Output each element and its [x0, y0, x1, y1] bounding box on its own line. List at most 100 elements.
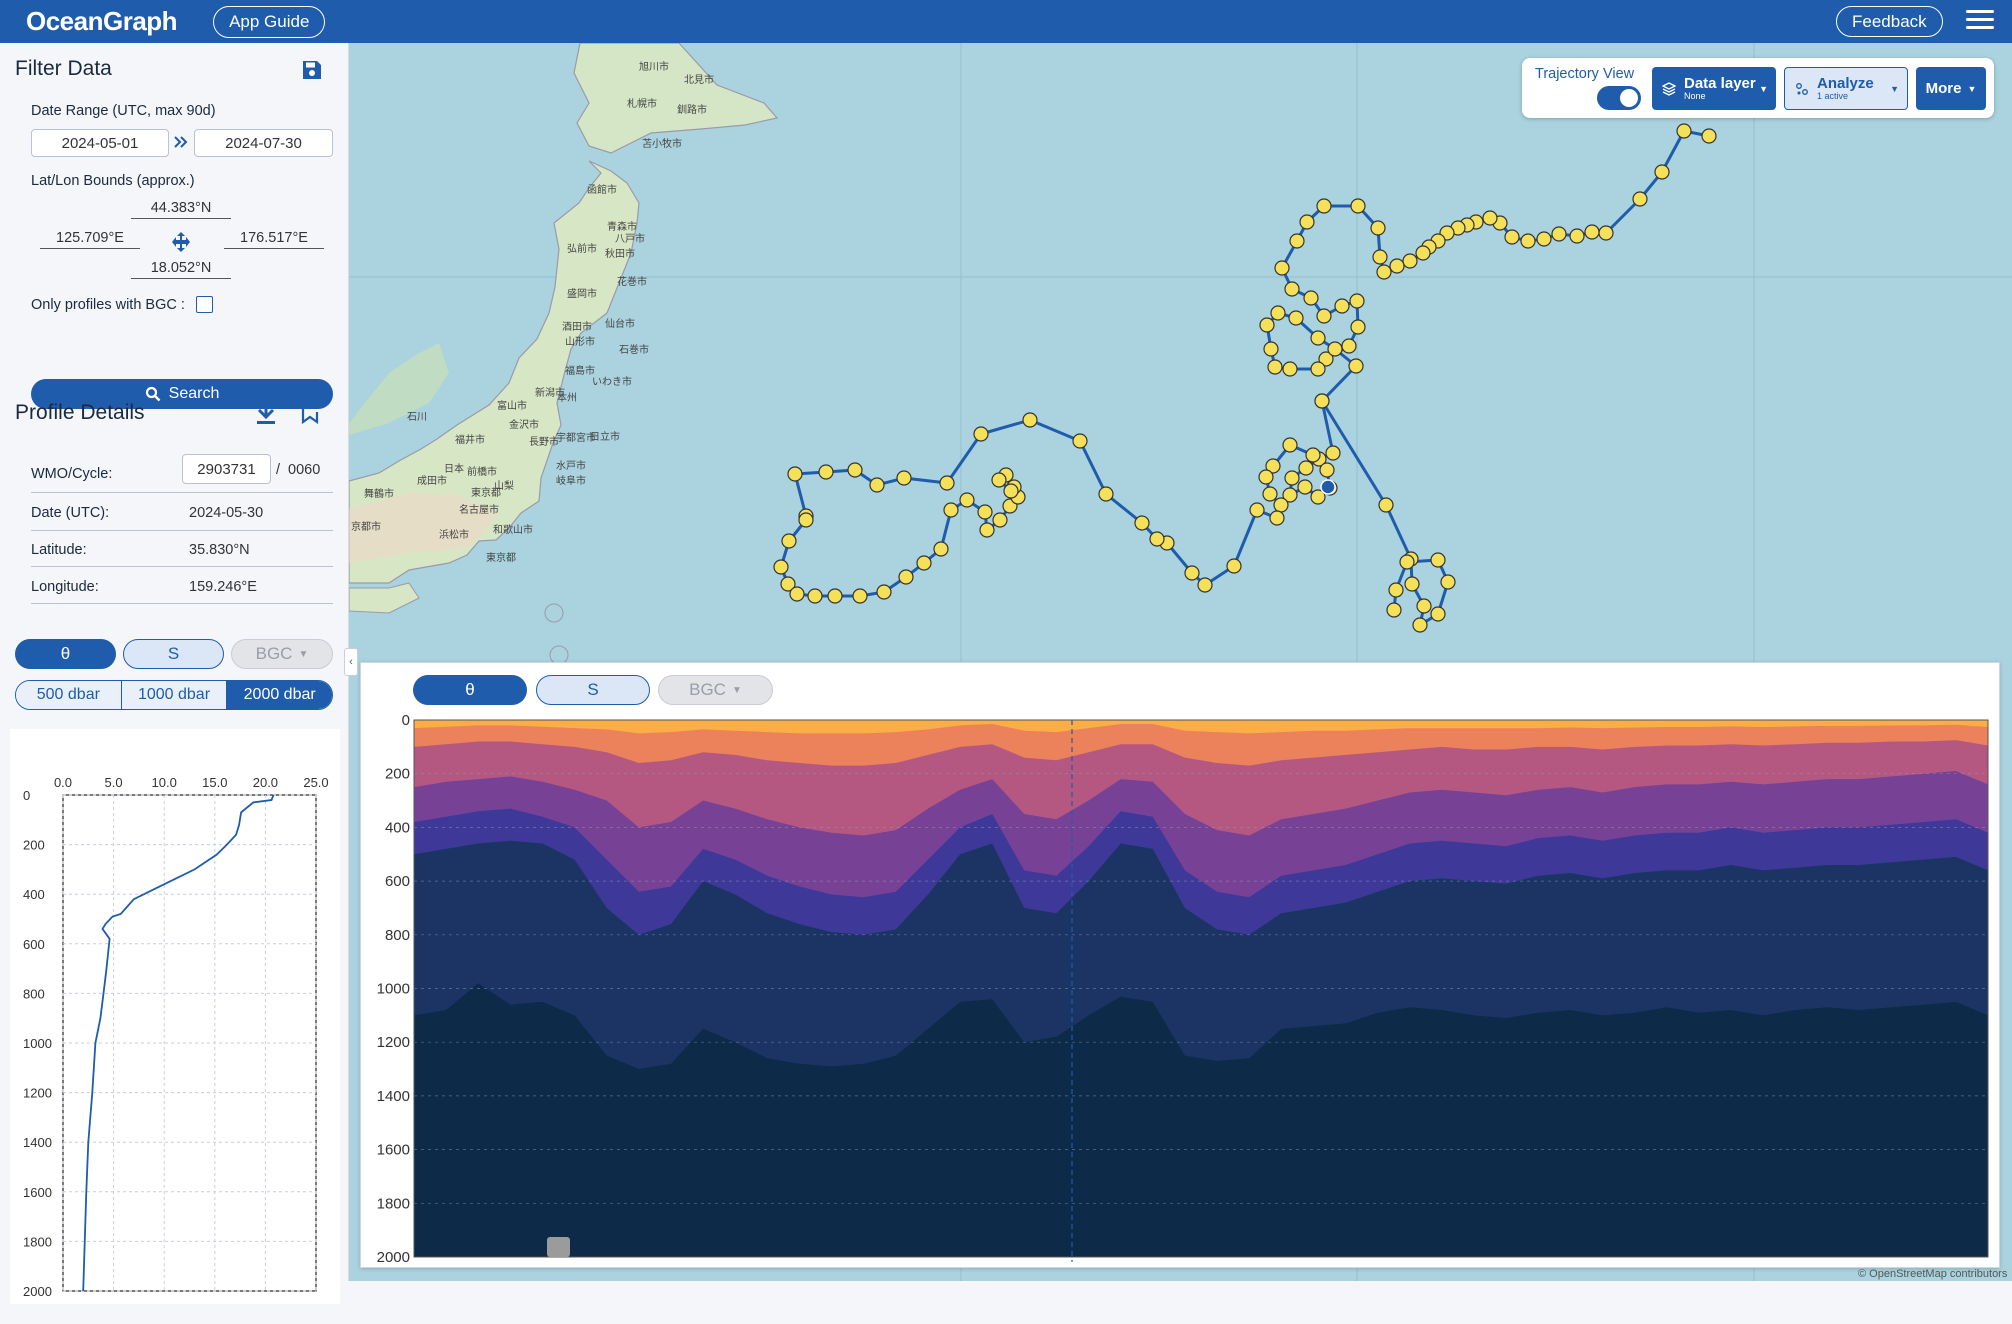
float-position-marker[interactable]	[898, 569, 914, 585]
float-position-marker[interactable]	[1134, 515, 1150, 531]
hamburger-menu-icon[interactable]	[1966, 10, 1994, 32]
float-position-marker[interactable]	[933, 541, 949, 557]
float-position-marker[interactable]	[1267, 359, 1283, 375]
float-position-marker[interactable]	[1388, 582, 1404, 598]
float-position-marker[interactable]	[869, 477, 885, 493]
float-position-marker[interactable]	[977, 504, 993, 520]
float-position-marker[interactable]	[1412, 617, 1428, 633]
float-position-marker[interactable]	[896, 470, 912, 486]
float-position-marker[interactable]	[1584, 224, 1600, 240]
float-position-marker[interactable]	[1632, 191, 1648, 207]
float-position-marker[interactable]	[1378, 497, 1394, 513]
collapse-sidebar-button[interactable]: ‹	[344, 648, 358, 676]
float-position-marker[interactable]	[1282, 361, 1298, 377]
float-position-marker[interactable]	[1289, 233, 1305, 249]
trajectory-view-toggle[interactable]	[1597, 86, 1641, 110]
float-position-marker[interactable]	[787, 466, 803, 482]
float-position-marker[interactable]	[1334, 298, 1350, 314]
float-position-marker[interactable]	[1430, 606, 1446, 622]
float-position-marker[interactable]	[1430, 552, 1446, 568]
float-position-marker[interactable]	[1274, 260, 1290, 276]
float-position-marker[interactable]	[1305, 447, 1321, 463]
float-position-marker[interactable]	[1327, 341, 1343, 357]
float-position-marker[interactable]	[807, 588, 823, 604]
float-position-marker[interactable]	[1654, 164, 1670, 180]
float-position-marker[interactable]	[1341, 338, 1357, 354]
more-button[interactable]: More ▼	[1916, 67, 1986, 110]
float-position-marker[interactable]	[1348, 358, 1364, 374]
float-position-marker[interactable]	[991, 472, 1007, 488]
data-layer-button[interactable]: Data layer None ▼	[1652, 67, 1776, 110]
float-position-marker[interactable]	[1003, 483, 1019, 499]
float-position-marker[interactable]	[1349, 293, 1365, 309]
float-position-marker[interactable]	[973, 426, 989, 442]
float-position-marker[interactable]	[1676, 123, 1692, 139]
float-position-marker[interactable]	[1299, 214, 1315, 230]
float-position-marker[interactable]	[1310, 361, 1326, 377]
float-position-marker[interactable]	[1303, 290, 1319, 306]
float-position-marker[interactable]	[1284, 281, 1300, 297]
float-position-marker[interactable]	[1149, 531, 1165, 547]
float-position-marker[interactable]	[876, 584, 892, 600]
app-logo[interactable]: OceanGraph	[26, 6, 178, 37]
float-position-marker[interactable]	[1022, 412, 1038, 428]
float-position-marker[interactable]	[1440, 574, 1456, 590]
float-trajectory[interactable]	[773, 123, 1717, 633]
float-position-marker[interactable]	[1404, 576, 1420, 592]
float-position-marker[interactable]	[1184, 565, 1200, 581]
analyze-button[interactable]: Analyze 1 active ▼	[1784, 67, 1908, 110]
float-position-marker[interactable]	[1482, 210, 1498, 226]
feedback-button[interactable]: Feedback	[1836, 6, 1943, 37]
float-position-marker[interactable]	[1269, 510, 1285, 526]
float-position-marker[interactable]	[1370, 220, 1386, 236]
float-position-marker[interactable]	[1282, 437, 1298, 453]
float-position-marker[interactable]	[1197, 577, 1213, 593]
float-position-marker[interactable]	[1416, 598, 1432, 614]
selected-profile-marker[interactable]	[1320, 479, 1336, 495]
float-position-marker[interactable]	[916, 555, 932, 571]
float-position-marker[interactable]	[1551, 226, 1567, 242]
float-position-marker[interactable]	[1288, 310, 1304, 326]
float-position-marker[interactable]	[1350, 319, 1366, 335]
float-position-marker[interactable]	[1298, 460, 1314, 476]
float-position-marker[interactable]	[1262, 486, 1278, 502]
float-position-marker[interactable]	[1072, 433, 1088, 449]
float-position-marker[interactable]	[1520, 233, 1536, 249]
float-position-marker[interactable]	[847, 462, 863, 478]
float-position-marker[interactable]	[1399, 554, 1415, 570]
float-position-marker[interactable]	[1310, 330, 1326, 346]
float-position-marker[interactable]	[1226, 558, 1242, 574]
float-position-marker[interactable]	[1701, 128, 1717, 144]
float-position-marker[interactable]	[827, 588, 843, 604]
float-position-marker[interactable]	[1273, 497, 1289, 513]
section-theta-tab[interactable]: θ	[413, 675, 527, 705]
float-position-marker[interactable]	[1350, 198, 1366, 214]
float-position-marker[interactable]	[1372, 249, 1388, 265]
float-position-marker[interactable]	[1316, 198, 1332, 214]
float-position-marker[interactable]	[1297, 479, 1313, 495]
float-position-marker[interactable]	[798, 512, 814, 528]
float-position-marker[interactable]	[1316, 308, 1332, 324]
float-position-marker[interactable]	[852, 588, 868, 604]
float-position-marker[interactable]	[1386, 602, 1402, 618]
float-position-marker[interactable]	[939, 475, 955, 491]
float-position-marker[interactable]	[1098, 486, 1114, 502]
float-position-marker[interactable]	[1325, 445, 1341, 461]
float-position-marker[interactable]	[1270, 305, 1286, 321]
float-position-marker[interactable]	[1258, 469, 1274, 485]
float-position-marker[interactable]	[789, 586, 805, 602]
float-position-marker[interactable]	[1598, 225, 1614, 241]
float-position-marker[interactable]	[1376, 264, 1392, 280]
float-position-marker[interactable]	[1259, 317, 1275, 333]
float-position-marker[interactable]	[979, 522, 995, 538]
float-position-marker[interactable]	[1504, 229, 1520, 245]
float-position-marker[interactable]	[1389, 258, 1405, 274]
float-position-marker[interactable]	[1415, 245, 1431, 261]
float-position-marker[interactable]	[781, 533, 797, 549]
float-position-marker[interactable]	[1284, 470, 1300, 486]
float-position-marker[interactable]	[1402, 253, 1418, 269]
float-position-marker[interactable]	[1263, 341, 1279, 357]
float-position-marker[interactable]	[1249, 502, 1265, 518]
float-position-marker[interactable]	[992, 512, 1008, 528]
app-guide-button[interactable]: App Guide	[213, 5, 326, 38]
